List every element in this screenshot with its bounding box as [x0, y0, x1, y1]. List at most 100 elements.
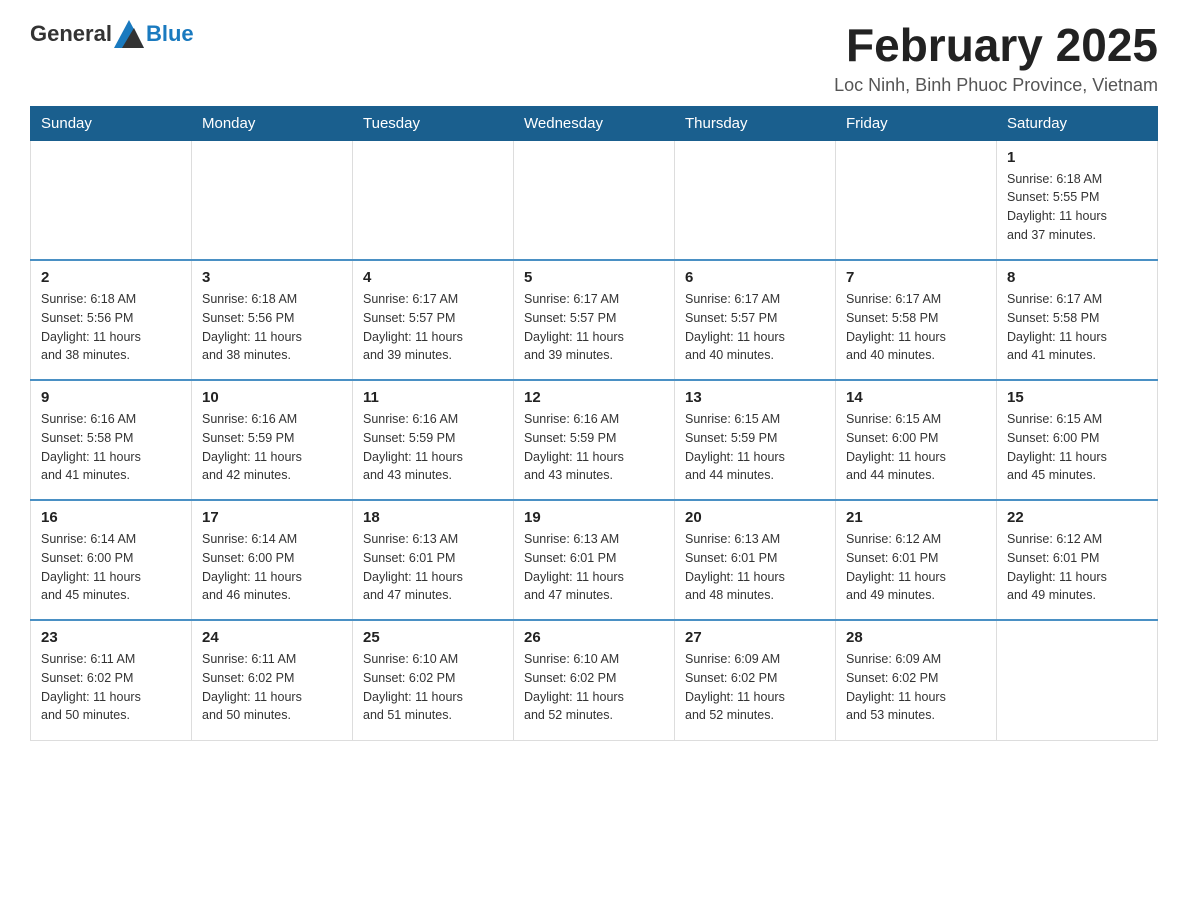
calendar-body: 1 Sunrise: 6:18 AM Sunset: 5:55 PM Daylig… [31, 140, 1158, 740]
calendar-week-2: 9 Sunrise: 6:16 AM Sunset: 5:58 PM Daylig… [31, 380, 1158, 500]
day-number: 12 [524, 389, 664, 406]
day-info: Sunrise: 6:17 AM Sunset: 5:57 PM Dayligh… [524, 290, 664, 365]
day-number: 10 [202, 389, 342, 406]
day-info: Sunrise: 6:17 AM Sunset: 5:57 PM Dayligh… [363, 290, 503, 365]
day-number: 13 [685, 389, 825, 406]
day-info: Sunrise: 6:17 AM Sunset: 5:58 PM Dayligh… [846, 290, 986, 365]
page-header: General Blue February 2025 Loc Ninh, Bin… [30, 20, 1158, 96]
calendar-cell: 10 Sunrise: 6:16 AM Sunset: 5:59 PM Dayli… [192, 380, 353, 500]
calendar-cell [192, 140, 353, 260]
page-subtitle: Loc Ninh, Binh Phuoc Province, Vietnam [834, 75, 1158, 96]
calendar-cell [353, 140, 514, 260]
day-number: 22 [1007, 509, 1147, 526]
day-info: Sunrise: 6:15 AM Sunset: 6:00 PM Dayligh… [1007, 410, 1147, 485]
calendar-cell: 12 Sunrise: 6:16 AM Sunset: 5:59 PM Dayli… [514, 380, 675, 500]
calendar-cell: 21Sunrise: 6:12 AM Sunset: 6:01 PM Dayli… [836, 500, 997, 620]
calendar-header: Sunday Monday Tuesday Wednesday Thursday… [31, 106, 1158, 140]
calendar-cell: 2 Sunrise: 6:18 AM Sunset: 5:56 PM Daylig… [31, 260, 192, 380]
day-info: Sunrise: 6:16 AM Sunset: 5:59 PM Dayligh… [363, 410, 503, 485]
day-number: 3 [202, 269, 342, 286]
day-info: Sunrise: 6:11 AM Sunset: 6:02 PM Dayligh… [202, 650, 342, 725]
calendar-cell [31, 140, 192, 260]
day-number: 25 [363, 629, 503, 646]
calendar-week-0: 1 Sunrise: 6:18 AM Sunset: 5:55 PM Daylig… [31, 140, 1158, 260]
day-info: Sunrise: 6:10 AM Sunset: 6:02 PM Dayligh… [524, 650, 664, 725]
day-info: Sunrise: 6:16 AM Sunset: 5:58 PM Dayligh… [41, 410, 181, 485]
calendar-cell [514, 140, 675, 260]
calendar-cell: 9 Sunrise: 6:16 AM Sunset: 5:58 PM Daylig… [31, 380, 192, 500]
day-number: 2 [41, 269, 181, 286]
calendar-cell: 27 Sunrise: 6:09 AM Sunset: 6:02 PM Dayli… [675, 620, 836, 740]
calendar-cell: 6 Sunrise: 6:17 AM Sunset: 5:57 PM Daylig… [675, 260, 836, 380]
day-info: Sunrise: 6:14 AM Sunset: 6:00 PM Dayligh… [202, 530, 342, 605]
calendar-cell: 17 Sunrise: 6:14 AM Sunset: 6:00 PM Dayli… [192, 500, 353, 620]
day-info: Sunrise: 6:13 AM Sunset: 6:01 PM Dayligh… [685, 530, 825, 605]
day-number: 21 [846, 509, 986, 526]
day-number: 15 [1007, 389, 1147, 406]
header-wednesday: Wednesday [514, 106, 675, 140]
day-info: Sunrise: 6:12 AM Sunset: 6:01 PM Dayligh… [1007, 530, 1147, 605]
day-info: Sunrise: 6:18 AM Sunset: 5:55 PM Dayligh… [1007, 170, 1147, 245]
day-number: 16 [41, 509, 181, 526]
calendar-table: Sunday Monday Tuesday Wednesday Thursday… [30, 106, 1158, 741]
day-info: Sunrise: 6:09 AM Sunset: 6:02 PM Dayligh… [846, 650, 986, 725]
logo-blue: Blue [146, 21, 194, 47]
day-info: Sunrise: 6:09 AM Sunset: 6:02 PM Dayligh… [685, 650, 825, 725]
calendar-cell: 22 Sunrise: 6:12 AM Sunset: 6:01 PM Dayli… [997, 500, 1158, 620]
weekday-header-row: Sunday Monday Tuesday Wednesday Thursday… [31, 106, 1158, 140]
page-title: February 2025 [834, 20, 1158, 71]
day-number: 18 [363, 509, 503, 526]
calendar-cell: 23 Sunrise: 6:11 AM Sunset: 6:02 PM Dayli… [31, 620, 192, 740]
calendar-cell: 16 Sunrise: 6:14 AM Sunset: 6:00 PM Dayli… [31, 500, 192, 620]
day-info: Sunrise: 6:16 AM Sunset: 5:59 PM Dayligh… [202, 410, 342, 485]
calendar-cell: 4Sunrise: 6:17 AM Sunset: 5:57 PM Daylig… [353, 260, 514, 380]
day-info: Sunrise: 6:14 AM Sunset: 6:00 PM Dayligh… [41, 530, 181, 605]
calendar-cell: 1 Sunrise: 6:18 AM Sunset: 5:55 PM Daylig… [997, 140, 1158, 260]
day-number: 24 [202, 629, 342, 646]
logo-icon [114, 20, 144, 48]
header-sunday: Sunday [31, 106, 192, 140]
calendar-cell: 24 Sunrise: 6:11 AM Sunset: 6:02 PM Dayli… [192, 620, 353, 740]
day-info: Sunrise: 6:17 AM Sunset: 5:58 PM Dayligh… [1007, 290, 1147, 365]
day-number: 5 [524, 269, 664, 286]
calendar-cell: 5 Sunrise: 6:17 AM Sunset: 5:57 PM Daylig… [514, 260, 675, 380]
day-number: 6 [685, 269, 825, 286]
header-saturday: Saturday [997, 106, 1158, 140]
day-info: Sunrise: 6:18 AM Sunset: 5:56 PM Dayligh… [41, 290, 181, 365]
calendar-cell [836, 140, 997, 260]
calendar-cell: 19 Sunrise: 6:13 AM Sunset: 6:01 PM Dayli… [514, 500, 675, 620]
calendar-cell: 26Sunrise: 6:10 AM Sunset: 6:02 PM Dayli… [514, 620, 675, 740]
header-friday: Friday [836, 106, 997, 140]
header-tuesday: Tuesday [353, 106, 514, 140]
day-number: 1 [1007, 149, 1147, 166]
calendar-week-4: 23 Sunrise: 6:11 AM Sunset: 6:02 PM Dayli… [31, 620, 1158, 740]
day-number: 27 [685, 629, 825, 646]
header-thursday: Thursday [675, 106, 836, 140]
calendar-cell: 20 Sunrise: 6:13 AM Sunset: 6:01 PM Dayli… [675, 500, 836, 620]
calendar-cell: 25 Sunrise: 6:10 AM Sunset: 6:02 PM Dayli… [353, 620, 514, 740]
day-number: 9 [41, 389, 181, 406]
calendar-cell: 18Sunrise: 6:13 AM Sunset: 6:01 PM Dayli… [353, 500, 514, 620]
calendar-week-3: 16 Sunrise: 6:14 AM Sunset: 6:00 PM Dayli… [31, 500, 1158, 620]
logo-general: General [30, 21, 112, 47]
calendar-cell: 14Sunrise: 6:15 AM Sunset: 6:00 PM Dayli… [836, 380, 997, 500]
day-number: 17 [202, 509, 342, 526]
day-number: 23 [41, 629, 181, 646]
calendar-cell: 3Sunrise: 6:18 AM Sunset: 5:56 PM Daylig… [192, 260, 353, 380]
calendar-cell: 11 Sunrise: 6:16 AM Sunset: 5:59 PM Dayli… [353, 380, 514, 500]
day-info: Sunrise: 6:10 AM Sunset: 6:02 PM Dayligh… [363, 650, 503, 725]
calendar-cell: 15 Sunrise: 6:15 AM Sunset: 6:00 PM Dayli… [997, 380, 1158, 500]
calendar-cell [997, 620, 1158, 740]
day-number: 8 [1007, 269, 1147, 286]
day-number: 19 [524, 509, 664, 526]
day-info: Sunrise: 6:13 AM Sunset: 6:01 PM Dayligh… [524, 530, 664, 605]
day-info: Sunrise: 6:16 AM Sunset: 5:59 PM Dayligh… [524, 410, 664, 485]
day-number: 20 [685, 509, 825, 526]
day-info: Sunrise: 6:11 AM Sunset: 6:02 PM Dayligh… [41, 650, 181, 725]
header-monday: Monday [192, 106, 353, 140]
calendar-cell [675, 140, 836, 260]
day-number: 14 [846, 389, 986, 406]
day-info: Sunrise: 6:17 AM Sunset: 5:57 PM Dayligh… [685, 290, 825, 365]
day-number: 11 [363, 389, 503, 406]
title-block: February 2025 Loc Ninh, Binh Phuoc Provi… [834, 20, 1158, 96]
